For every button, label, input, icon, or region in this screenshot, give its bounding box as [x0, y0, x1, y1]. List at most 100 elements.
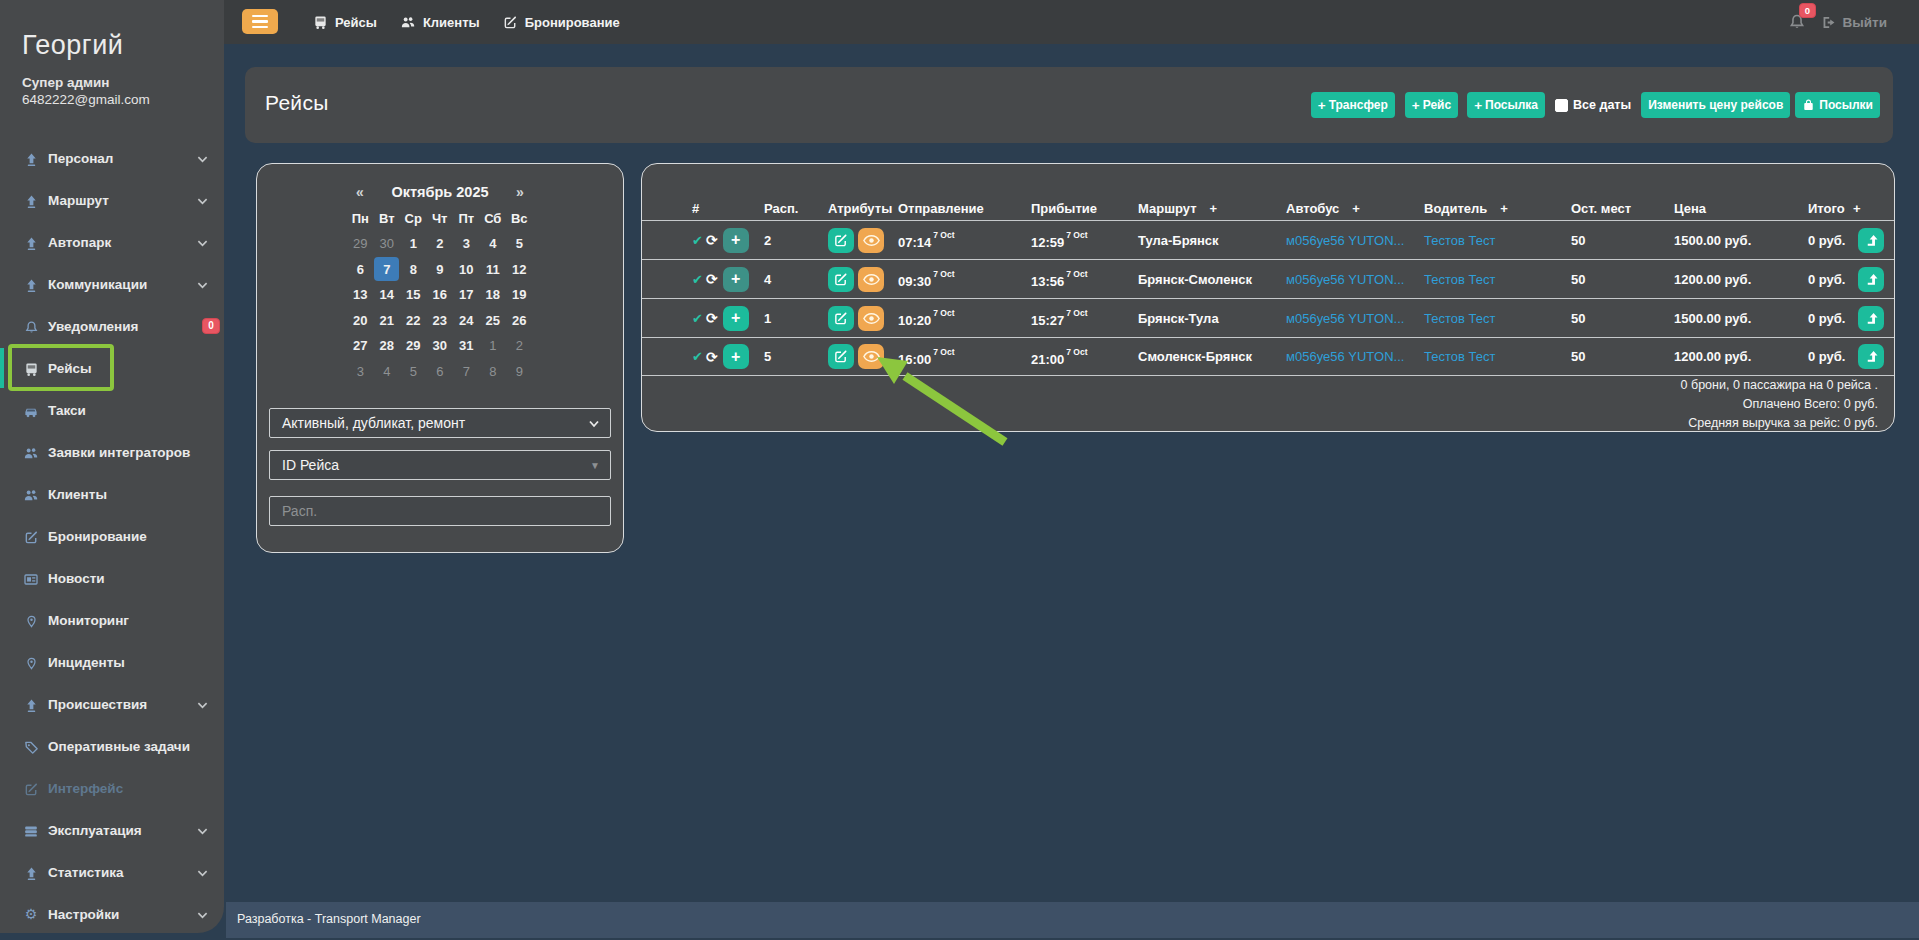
- calendar-day[interactable]: 5: [400, 359, 427, 385]
- add-booking-button[interactable]: +: [723, 344, 749, 369]
- calendar-day[interactable]: 29: [400, 333, 427, 359]
- calendar-day[interactable]: 13: [347, 282, 374, 308]
- sidebar-item-клиенты[interactable]: Клиенты: [0, 473, 224, 515]
- level-up-button[interactable]: [1858, 344, 1884, 369]
- hamburger-menu-button[interactable]: [242, 9, 278, 34]
- view-trip-button[interactable]: [858, 306, 884, 331]
- calendar-next-button[interactable]: »: [507, 184, 533, 200]
- bus-link[interactable]: м056уе56 YUTON...: [1286, 233, 1424, 248]
- calendar-day[interactable]: 12: [506, 257, 533, 283]
- calendar-day[interactable]: 6: [347, 257, 374, 283]
- calendar-day[interactable]: 27: [347, 333, 374, 359]
- sidebar-item-заявки-интеграторов[interactable]: Заявки интеграторов: [0, 431, 224, 473]
- notifications-bell-icon[interactable]: 0: [1788, 12, 1806, 31]
- sidebar-item-настройки[interactable]: ⚙Настройки: [0, 893, 224, 935]
- trip-id-select[interactable]: ID Рейса ▼: [269, 450, 611, 480]
- calendar-day[interactable]: 17: [453, 282, 480, 308]
- calendar-day[interactable]: 30: [427, 333, 454, 359]
- calendar-day[interactable]: 3: [453, 231, 480, 257]
- view-trip-button[interactable]: [858, 344, 884, 369]
- parcels-button[interactable]: Посылки: [1795, 92, 1880, 118]
- status-select[interactable]: Активный, дубликат, ремонт: [269, 408, 611, 438]
- bus-link[interactable]: м056уе56 YUTON...: [1286, 272, 1424, 287]
- calendar-day[interactable]: 28: [374, 333, 401, 359]
- edit-trip-button[interactable]: [828, 344, 854, 369]
- view-trip-button[interactable]: [858, 228, 884, 253]
- calendar-day[interactable]: 7: [453, 359, 480, 385]
- sidebar-item-автопарк[interactable]: Автопарк: [0, 221, 224, 263]
- column-header[interactable]: Автобус+: [1286, 201, 1424, 220]
- topnav-item-3[interactable]: Бронирование: [503, 15, 620, 30]
- column-header[interactable]: Маршрут+: [1138, 201, 1286, 220]
- driver-link[interactable]: Тестов Тест: [1424, 233, 1571, 248]
- sidebar-item-происшествия[interactable]: Происшествия: [0, 683, 224, 725]
- add-trip-button[interactable]: +Рейс: [1405, 92, 1458, 118]
- calendar-day[interactable]: 18: [480, 282, 507, 308]
- calendar-day[interactable]: 4: [374, 359, 401, 385]
- sidebar-item-персонал[interactable]: Персонал: [0, 137, 224, 179]
- driver-link[interactable]: Тестов Тест: [1424, 272, 1571, 287]
- sidebar-item-интерфейс[interactable]: Интерфейс: [0, 767, 224, 809]
- edit-trip-button[interactable]: [828, 267, 854, 292]
- column-header[interactable]: Водитель+: [1424, 201, 1571, 220]
- calendar-day[interactable]: 15: [400, 282, 427, 308]
- calendar-prev-button[interactable]: «: [347, 184, 373, 200]
- calendar-day[interactable]: 14: [374, 282, 401, 308]
- level-up-button[interactable]: [1858, 228, 1884, 253]
- calendar-day[interactable]: 10: [453, 257, 480, 283]
- sidebar-item-маршрут[interactable]: Маршрут: [0, 179, 224, 221]
- calendar-day[interactable]: 22: [400, 308, 427, 334]
- calendar-day[interactable]: 3: [347, 359, 374, 385]
- logout-button[interactable]: Выйти: [1821, 13, 1888, 31]
- sidebar-item-бронирование[interactable]: Бронирование: [0, 515, 224, 557]
- calendar-day[interactable]: 8: [480, 359, 507, 385]
- sidebar-item-уведомления[interactable]: Уведомления0: [0, 305, 224, 347]
- calendar-day[interactable]: 8: [400, 257, 427, 283]
- sidebar-item-инциденты[interactable]: Инциденты: [0, 641, 224, 683]
- driver-link[interactable]: Тестов Тест: [1424, 349, 1571, 364]
- calendar-day[interactable]: 16: [427, 282, 454, 308]
- all-dates-checkbox[interactable]: [1555, 99, 1568, 112]
- calendar-day[interactable]: 24: [453, 308, 480, 334]
- calendar-day-selected[interactable]: 7: [374, 257, 401, 283]
- calendar-day[interactable]: 1: [480, 333, 507, 359]
- level-up-button[interactable]: [1858, 267, 1884, 292]
- calendar-day[interactable]: 9: [506, 359, 533, 385]
- edit-trip-button[interactable]: [828, 228, 854, 253]
- level-up-button[interactable]: [1858, 306, 1884, 331]
- calendar-day[interactable]: 31: [453, 333, 480, 359]
- add-parcel-button[interactable]: +Посылка: [1467, 92, 1545, 118]
- calendar-day[interactable]: 2: [506, 333, 533, 359]
- edit-trip-button[interactable]: [828, 306, 854, 331]
- calendar-day[interactable]: 11: [480, 257, 507, 283]
- calendar-day[interactable]: 20: [347, 308, 374, 334]
- calendar-day[interactable]: 26: [506, 308, 533, 334]
- add-booking-button[interactable]: +: [723, 306, 749, 331]
- calendar-day[interactable]: 23: [427, 308, 454, 334]
- calendar-day[interactable]: 9: [427, 257, 454, 283]
- sidebar-item-коммуникации[interactable]: Коммуникации: [0, 263, 224, 305]
- sidebar-item-рейсы[interactable]: Рейсы: [0, 347, 224, 389]
- add-transfer-button[interactable]: +Трансфер: [1311, 92, 1395, 118]
- driver-link[interactable]: Тестов Тест: [1424, 311, 1571, 326]
- calendar-day[interactable]: 6: [427, 359, 454, 385]
- view-trip-button[interactable]: [858, 267, 884, 292]
- sidebar-item-мониторинг[interactable]: Мониторинг: [0, 599, 224, 641]
- calendar-day[interactable]: 1: [400, 231, 427, 257]
- sidebar-item-эксплуатация[interactable]: Эксплуатация: [0, 809, 224, 851]
- bus-link[interactable]: м056уе56 YUTON...: [1286, 349, 1424, 364]
- calendar-day[interactable]: 21: [374, 308, 401, 334]
- add-booking-button[interactable]: +: [723, 267, 749, 292]
- sidebar-item-оперативные-задачи[interactable]: Оперативные задачи: [0, 725, 224, 767]
- calendar-day[interactable]: 5: [506, 231, 533, 257]
- topnav-item-2[interactable]: Клиенты: [400, 15, 480, 30]
- change-price-button[interactable]: Изменить цену рейсов: [1641, 92, 1790, 118]
- topnav-item-1[interactable]: Рейсы: [313, 15, 377, 30]
- calendar-day[interactable]: 4: [480, 231, 507, 257]
- calendar-day[interactable]: 2: [427, 231, 454, 257]
- add-booking-button[interactable]: +: [723, 228, 749, 253]
- sidebar-item-статистика[interactable]: Статистика: [0, 851, 224, 893]
- calendar-day[interactable]: 25: [480, 308, 507, 334]
- calendar-day[interactable]: 19: [506, 282, 533, 308]
- bus-link[interactable]: м056уе56 YUTON...: [1286, 311, 1424, 326]
